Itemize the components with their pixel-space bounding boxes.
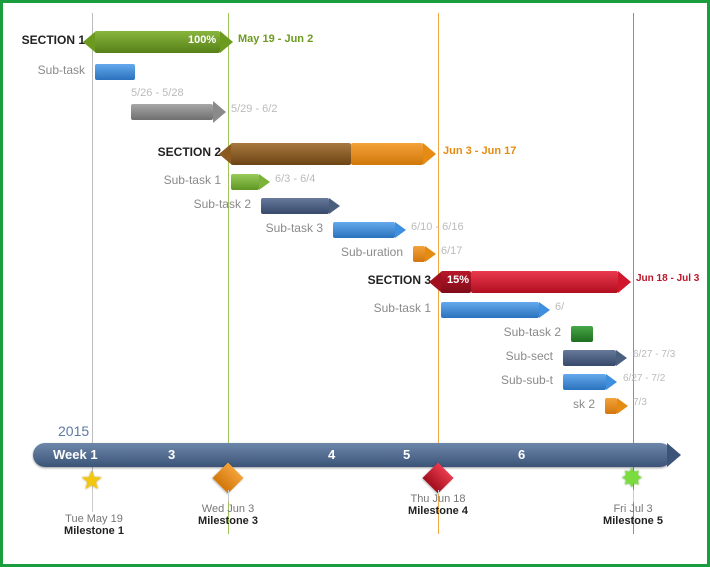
s2-task2-bar	[261, 198, 329, 214]
section2-bar-b	[351, 143, 423, 165]
milestone3-label: Milestone 3	[183, 515, 273, 527]
section3-bar	[471, 271, 618, 293]
section1-label: SECTION 1	[3, 33, 85, 47]
axis-arrow	[667, 443, 681, 467]
ms4-tail	[438, 490, 439, 494]
section2-label: SECTION 2	[3, 145, 221, 159]
milestone4-label: Milestone 4	[393, 505, 483, 517]
s3-task5-bar	[605, 398, 617, 414]
s2-task1-arrow	[259, 174, 270, 190]
s3-task3-side: 6/27 - 7/3	[633, 349, 675, 360]
s2-task3-bar	[333, 222, 395, 238]
s2-task3-arrow	[395, 222, 406, 238]
s2-task1-label: Sub-task 1	[3, 173, 221, 187]
s2-task2-arrow	[329, 198, 340, 214]
s3-task5-label: sk 2	[3, 397, 595, 411]
s2-task4-side: 6/17	[441, 245, 462, 257]
s2-task4-label: Sub-uration	[3, 245, 403, 259]
section1-pct: 100%	[188, 34, 216, 46]
s3-task1-label: Sub-task 1	[3, 301, 431, 315]
s3-task4-side: 6/27 - 7/2	[623, 373, 665, 384]
ms1-tail	[92, 490, 93, 512]
s1-task2-arrow	[213, 101, 226, 123]
s3-task4-arrow	[606, 374, 617, 390]
s3-task3-label: Sub-sect	[3, 349, 553, 363]
milestone1-label: Milestone 1	[49, 525, 139, 537]
section1-arrow-right	[220, 31, 233, 53]
s1-task1-label: Sub-task	[3, 63, 85, 77]
tick-4: 4	[328, 447, 335, 462]
section2-arrow-right	[423, 143, 436, 165]
s3-task1-bar	[441, 302, 539, 318]
ms5-tail	[633, 490, 634, 502]
s3-task2-label: Sub-task 2	[3, 325, 561, 339]
tick-week1: Week 1	[53, 447, 98, 462]
s1-task2-side: 5/29 - 6/2	[231, 103, 277, 115]
s2-task4-bar	[413, 246, 425, 262]
s3-task4-label: Sub-sub-t	[3, 373, 553, 387]
milestone4-date: Thu Jun 18	[393, 493, 483, 505]
s3-task1-arrow	[539, 302, 550, 318]
s2-task2-label: Sub-task 2	[3, 197, 251, 211]
milestone3-wrap: Wed Jun 3 Milestone 3	[183, 503, 273, 527]
milestone3-date: Wed Jun 3	[183, 503, 273, 515]
section3-label: SECTION 3	[3, 273, 431, 287]
s2-task3-side: 6/10 - 6/16	[411, 221, 464, 233]
section3-arrow-right	[618, 271, 631, 293]
milestone1-wrap: Tue May 19 Milestone 1	[49, 513, 139, 537]
milestone4-diamond-icon	[422, 462, 453, 493]
s1-task2-bar	[131, 104, 213, 120]
section2-dates: Jun 3 - Jun 17	[443, 145, 516, 157]
s3-task5-side: 7/3	[633, 397, 647, 408]
s3-task3-arrow	[616, 350, 627, 366]
s3-task4-bar	[563, 374, 606, 390]
section1-dates: May 19 - Jun 2	[238, 33, 313, 45]
gantt-frame: SECTION 1 100% May 19 - Jun 2 Sub-task 5…	[0, 0, 710, 567]
s2-task4-arrow	[425, 246, 436, 262]
s2-task1-side: 6/3 - 6/4	[275, 173, 315, 185]
s1-task1-bar	[95, 64, 135, 80]
s1-task2-top: 5/26 - 5/28	[131, 87, 184, 99]
tick-6: 6	[518, 447, 525, 462]
s2-task1-bar	[231, 174, 259, 190]
section3-dates: Jun 18 - Jul 3	[636, 273, 699, 284]
milestone1-date: Tue May 19	[49, 513, 139, 525]
s3-task1-side: 6/	[555, 301, 564, 313]
milestone4-wrap: Thu Jun 18 Milestone 4	[393, 493, 483, 517]
axis-year: 2015	[58, 423, 89, 439]
s3-task2-bar	[571, 326, 593, 342]
milestone5-label: Milestone 5	[588, 515, 678, 527]
section3-pct: 15%	[447, 274, 469, 286]
s3-task5-arrow	[617, 398, 628, 414]
tick-5: 5	[403, 447, 410, 462]
milestone5-date: Fri Jul 3	[588, 503, 678, 515]
s2-task3-label: Sub-task 3	[3, 221, 323, 235]
section2-bar-a	[231, 143, 351, 165]
milestone5-burst-icon: ✸	[621, 463, 643, 494]
s3-task3-bar	[563, 350, 616, 366]
tick-3: 3	[168, 447, 175, 462]
milestone3-diamond-icon	[212, 462, 243, 493]
time-axis: Week 1 3 4 5 6	[33, 443, 672, 467]
ms3-tail	[228, 490, 229, 502]
milestone5-wrap: Fri Jul 3 Milestone 5	[588, 503, 678, 527]
